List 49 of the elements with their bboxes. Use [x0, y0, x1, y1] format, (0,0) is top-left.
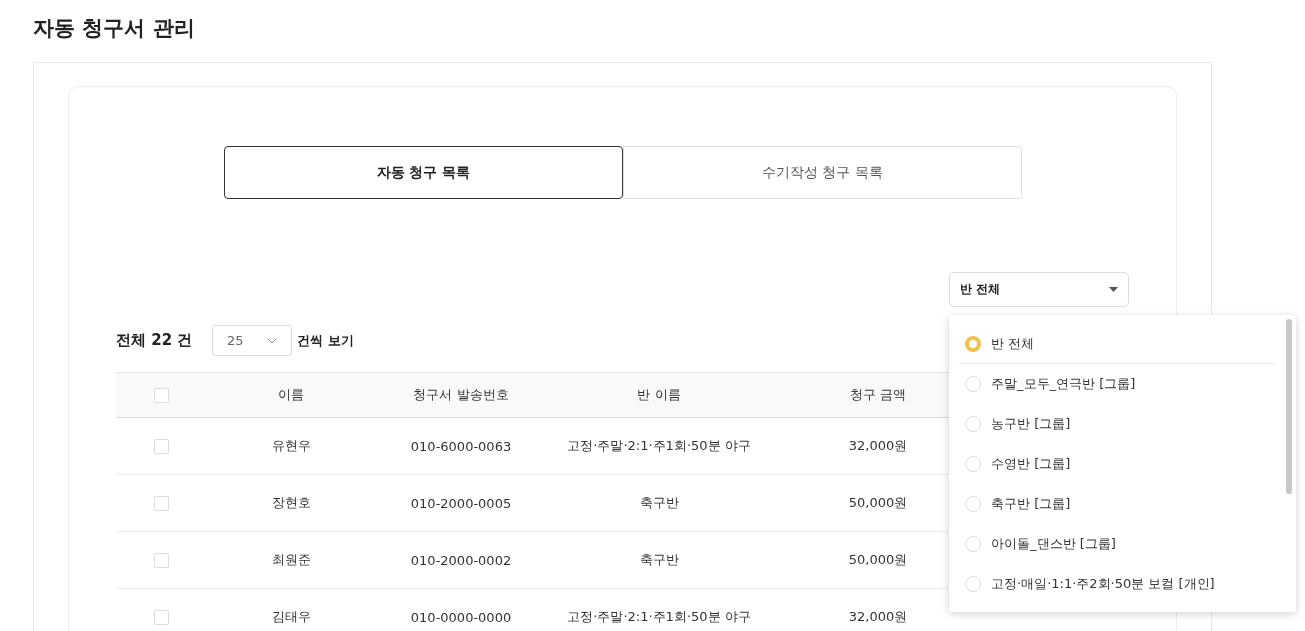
option-label: 반 전체	[991, 335, 1035, 353]
checkbox[interactable]	[153, 495, 169, 511]
option-label: 고정·매일·1:1·주2회·50분 보컬 [개인]	[991, 575, 1215, 593]
option-label: 농구반 [그룹]	[991, 415, 1071, 433]
tab[interactable]: 자동 청구 목록	[224, 146, 623, 199]
page-size-select[interactable]: 25	[212, 325, 292, 356]
total-count: 전체 22 건	[116, 331, 194, 350]
table-cell-text: 고정·주말·2:1·주1회·50분 야구	[566, 608, 752, 626]
table-cell-text: 최원준	[270, 551, 312, 569]
checkbox[interactable]	[153, 552, 169, 568]
page-title: 자동 청구서 관리	[33, 15, 195, 42]
table-cell-text: 고정·주말·2:1·주1회·50분 야구	[566, 437, 752, 455]
chevron-down-icon	[267, 337, 277, 344]
dropdown-option[interactable]: 고정·매일·1:1·주2회·50분 보컬 [개인]	[959, 564, 1276, 604]
column-header: 반 이름	[636, 386, 682, 404]
checkbox[interactable]	[153, 438, 169, 454]
table-cell-text: 32,000원	[847, 608, 909, 626]
table-cell-text: 50,000원	[847, 494, 909, 512]
dropdown-option[interactable]: 주말_모두_연극반 [그룹]	[959, 364, 1276, 404]
table-cell-text: 50,000원	[847, 551, 909, 569]
table-cell-text: 010-6000-0063	[409, 438, 513, 454]
table-cell-text: 축구반	[638, 494, 680, 512]
option-label: 아이돌_댄스반 [그룹]	[991, 535, 1116, 553]
class-filter-select[interactable]: 반 전체	[949, 272, 1129, 307]
column-header: 청구서 발송번호	[412, 386, 510, 404]
caret-icon	[1109, 287, 1118, 292]
option-label: 주말_모두_연극반 [그룹]	[991, 375, 1136, 393]
column-header: 청구 금액	[848, 386, 908, 404]
table-cell-text: 김태우	[270, 608, 312, 626]
option-label: 축구반 [그룹]	[991, 495, 1071, 513]
table-cell-text: 010-2000-0005	[409, 495, 513, 511]
dropdown-option[interactable]: 농구반 [그룹]	[959, 404, 1276, 444]
dropdown-option[interactable]: 수영반 [그룹]	[959, 444, 1276, 484]
checkbox[interactable]	[153, 387, 169, 403]
column-header: 이름	[277, 386, 305, 404]
table-cell-text: 010-0000-0000	[409, 609, 513, 625]
table-cell-text: 010-2000-0002	[409, 552, 513, 568]
dropdown-option[interactable]: 반 전체	[959, 325, 1276, 364]
table-cell-text: 장현호	[270, 494, 312, 512]
checkbox[interactable]	[153, 609, 169, 625]
table-cell-text: 축구반	[638, 551, 680, 569]
table-cell-text: 32,000원	[847, 437, 909, 455]
option-label: 수영반 [그룹]	[991, 455, 1071, 473]
page-size-label: 건씩 보기	[297, 331, 354, 350]
tab[interactable]: 수기작성 청구 목록	[623, 146, 1022, 199]
table-cell-text: 유현우	[270, 437, 312, 455]
dropdown-option[interactable]: 아이돌_댄스반 [그룹]	[959, 524, 1276, 564]
scrollbar[interactable]	[1286, 319, 1292, 494]
dropdown-option[interactable]: 축구반 [그룹]	[959, 484, 1276, 524]
